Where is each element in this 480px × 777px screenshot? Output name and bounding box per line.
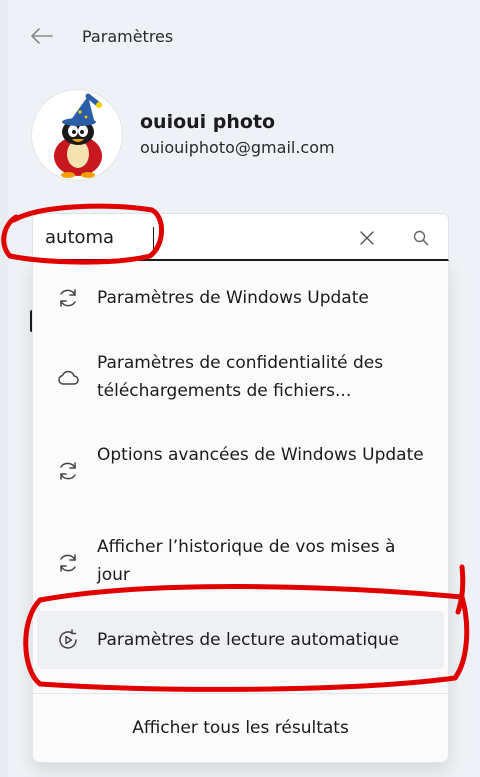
title-bar: Paramètres — [0, 0, 480, 72]
clear-search-button[interactable] — [355, 226, 379, 250]
account-email: ouiouiphoto@gmail.com — [140, 138, 335, 157]
search-input[interactable] — [45, 224, 345, 250]
sync-icon — [55, 285, 81, 311]
avatar[interactable] — [32, 90, 122, 180]
show-all-results-button[interactable]: Afficher tous les résultats — [33, 701, 448, 755]
search-icon — [413, 230, 429, 246]
results-divider — [33, 693, 448, 694]
back-arrow-icon — [31, 28, 53, 44]
settings-search-box[interactable] — [32, 213, 449, 261]
sync-icon — [55, 550, 81, 576]
cloud-icon — [55, 365, 81, 391]
result-autoplay-settings[interactable]: Paramètres de lecture automatique — [37, 611, 444, 669]
result-label: Paramètres de lecture automatique — [97, 630, 400, 650]
result-windows-update-advanced-options[interactable]: Options avancées de Windows Update — [37, 437, 444, 501]
text-caret — [153, 227, 154, 249]
search-results-dropdown: Paramètres de Windows Update Paramètres … — [32, 261, 449, 763]
back-button[interactable] — [28, 24, 56, 48]
close-icon — [360, 231, 374, 245]
account-name: ouioui photo — [140, 111, 276, 133]
result-download-privacy-settings[interactable]: Paramètres de confidentialité des téléch… — [37, 345, 444, 409]
annotation-circle-tail — [455, 564, 466, 615]
result-label: Paramètres de confidentialité des téléch… — [97, 353, 384, 401]
sync-icon — [55, 458, 81, 484]
wizard-penguin-avatar-image — [54, 93, 102, 178]
result-label: Paramètres de Windows Update — [97, 288, 369, 308]
result-windows-update-settings[interactable]: Paramètres de Windows Update — [37, 273, 444, 323]
result-update-history[interactable]: Afficher l’historique de vos mises à jou… — [37, 529, 444, 593]
autoplay-icon — [55, 627, 81, 653]
result-label: Afficher l’historique de vos mises à jou… — [97, 537, 396, 585]
app-title: Paramètres — [82, 27, 174, 46]
result-label: Options avancées de Windows Update — [97, 445, 424, 465]
account-header: ouioui photo ouiouiphoto@gmail.com — [0, 85, 480, 185]
search-button[interactable] — [409, 226, 433, 250]
